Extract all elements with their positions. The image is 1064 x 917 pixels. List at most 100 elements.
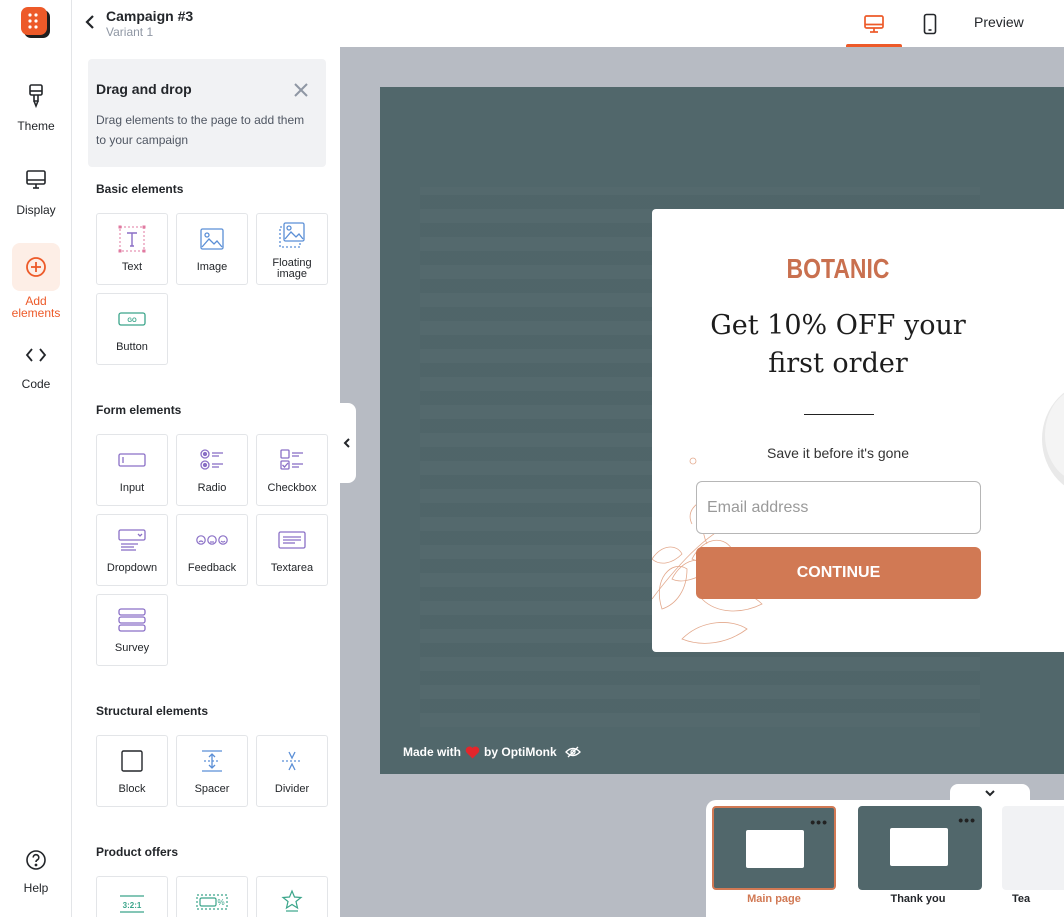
rail-add-label-2: elements: [11, 306, 61, 320]
code-icon: [12, 332, 60, 378]
element-feedback[interactable]: Feedback: [176, 514, 248, 586]
element-spacer[interactable]: Spacer: [176, 735, 248, 807]
brush-icon: [12, 72, 60, 120]
element-survey[interactable]: Survey: [96, 594, 168, 666]
input-element-icon: [97, 445, 167, 475]
survey-element-icon: [97, 605, 167, 635]
rail-help-label: Help: [23, 881, 49, 895]
element-product-star[interactable]: [256, 876, 328, 917]
rail-display-label: Display: [16, 203, 56, 217]
headline-line-2: first order: [768, 348, 908, 379]
by-optimonk-text: by OptiMonk: [484, 745, 557, 759]
element-textarea[interactable]: Textarea: [256, 514, 328, 586]
element-checkbox[interactable]: Checkbox: [256, 434, 328, 506]
variant-name: Variant 1: [106, 25, 154, 39]
svg-text:%: %: [217, 898, 224, 907]
tip-title: Drag and drop: [96, 81, 192, 97]
ratio-icon: 3:2:1: [97, 887, 167, 917]
element-textarea-label: Textarea: [270, 562, 314, 574]
monitor-icon: [12, 156, 60, 204]
chevron-left-icon: [343, 438, 350, 448]
close-icon[interactable]: [294, 83, 308, 97]
form-elements-title: Form elements: [96, 403, 182, 417]
popup-subtext: Save it before it's gone: [767, 445, 909, 461]
rail-help[interactable]: Help: [0, 838, 72, 894]
desktop-view-button[interactable]: [846, 0, 902, 47]
dropdown-element-icon: [97, 525, 167, 555]
made-with-optimonk[interactable]: Made with by OptiMonk: [403, 745, 581, 759]
floating-image-icon: [257, 220, 327, 250]
campaign-popup[interactable]: BOTANIC Get 10% OFF your first order Sav…: [652, 209, 1064, 652]
element-input[interactable]: Input: [96, 434, 168, 506]
element-input-label: Input: [119, 482, 145, 494]
element-radio[interactable]: Radio: [176, 434, 248, 506]
element-text[interactable]: Text: [96, 213, 168, 285]
element-floating-image[interactable]: Floating image: [256, 213, 328, 285]
campaign-title: Campaign #3: [106, 8, 194, 24]
radio-element-icon: [177, 445, 247, 475]
structural-elements-title: Structural elements: [96, 704, 209, 718]
left-rail: Theme Display Add elements Code Help: [0, 0, 72, 917]
element-dropdown[interactable]: Dropdown: [96, 514, 168, 586]
mobile-icon: [923, 13, 937, 34]
tip-text: Drag elements to the page to add them to…: [96, 113, 305, 147]
page-thumb-teaser[interactable]: [1002, 806, 1064, 890]
email-input[interactable]: [696, 481, 981, 534]
help-icon: [12, 838, 60, 882]
element-block-label: Block: [118, 783, 146, 795]
headline-line-1: Get 10% OFF your: [710, 310, 966, 341]
rail-code-label: Code: [21, 377, 51, 391]
preview-button[interactable]: Preview: [974, 14, 1024, 30]
add-circle-icon: [12, 243, 60, 291]
mobile-view-button[interactable]: [902, 0, 958, 47]
element-divider[interactable]: Divider: [256, 735, 328, 807]
more-options-icon[interactable]: •••: [958, 812, 976, 828]
page-thumb-thank-you[interactable]: •••: [858, 806, 982, 890]
basic-elements-title: Basic elements: [96, 182, 184, 196]
element-feedback-label: Feedback: [187, 562, 237, 574]
optimonk-logo[interactable]: [20, 6, 52, 40]
heart-icon: [465, 746, 480, 758]
element-block[interactable]: Block: [96, 735, 168, 807]
page-thumb-main[interactable]: •••: [712, 806, 836, 890]
element-spacer-label: Spacer: [194, 783, 230, 795]
page-label-thank-you: Thank you: [890, 893, 946, 905]
textarea-element-icon: [257, 525, 327, 555]
button-element-icon: GO: [97, 304, 167, 334]
block-element-icon: [97, 746, 167, 776]
rail-add-elements[interactable]: Add elements: [0, 243, 72, 319]
rail-theme[interactable]: Theme: [0, 72, 72, 132]
text-element-icon: [97, 224, 167, 254]
page-label-main: Main page: [747, 893, 801, 905]
element-button-label: Button: [116, 341, 148, 353]
headline-divider: [804, 414, 874, 415]
checkbox-element-icon: [257, 445, 327, 475]
element-dropdown-label: Dropdown: [106, 562, 158, 574]
star-icon: [257, 887, 327, 917]
product-offers-title: Product offers: [96, 845, 179, 859]
made-with-text: Made with: [403, 745, 462, 759]
element-survey-label: Survey: [114, 642, 150, 654]
divider-element-icon: [257, 746, 327, 776]
popup-headline: Get 10% OFF your first order: [678, 307, 998, 383]
rail-theme-label: Theme: [17, 119, 55, 133]
element-image[interactable]: Image: [176, 213, 248, 285]
element-text-label: Text: [121, 261, 143, 273]
element-button[interactable]: GO Button: [96, 293, 168, 365]
element-floating-image-label: Floating image: [272, 257, 312, 280]
feedback-element-icon: [177, 525, 247, 555]
eye-hidden-icon[interactable]: [564, 746, 581, 758]
desktop-icon: [864, 14, 884, 33]
continue-button[interactable]: CONTINUE: [696, 547, 981, 599]
collapse-panel-button[interactable]: [338, 403, 356, 483]
chevron-down-icon: [985, 790, 995, 797]
rail-display[interactable]: Display: [0, 156, 72, 216]
coupon-icon: %: [177, 887, 247, 917]
page-thumb-preview: [890, 828, 948, 866]
element-product-ratio[interactable]: 3:2:1: [96, 876, 168, 917]
rail-code[interactable]: Code: [0, 332, 72, 390]
svg-text:GO: GO: [127, 318, 137, 324]
back-arrow-icon[interactable]: [82, 12, 98, 32]
element-product-coupon[interactable]: %: [176, 876, 248, 917]
more-options-icon[interactable]: •••: [810, 814, 828, 830]
